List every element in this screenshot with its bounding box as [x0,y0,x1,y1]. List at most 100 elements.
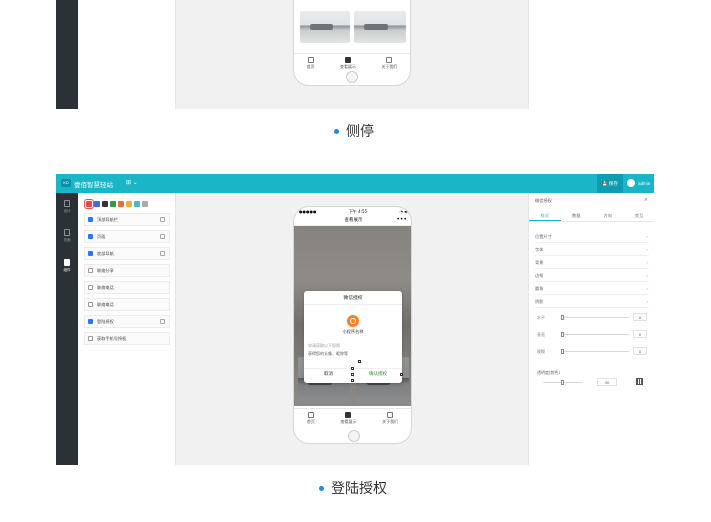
chevron-right-icon: › [646,273,648,278]
feature-label: 顶部导航栏 [97,216,118,222]
preview-canvas: ●●●●● 下午 4:55 ◔ ▬ 查看展示 ••• 微信授权 小程序名称 申请… [176,193,528,465]
feature-item[interactable]: 联络电话 [84,298,170,311]
confirm-auth-button[interactable]: 确认授权 [353,369,402,381]
color-swatch[interactable] [110,201,116,207]
color-swatch[interactable] [84,199,94,209]
color-swatch[interactable] [94,201,100,207]
tab-label: 关于我们 [381,63,398,69]
resize-handle[interactable] [351,367,354,370]
rail-label: 设计 [63,209,71,213]
opacity-slider[interactable] [543,380,583,385]
tab-style[interactable]: 样式 [529,210,561,221]
feature-item[interactable]: 底部导航 [84,247,170,260]
feature-checkbox[interactable] [88,302,93,307]
color-swatch[interactable] [118,201,124,207]
slider-label: 模糊 [537,349,545,354]
feature-item[interactable]: 联络分享 [84,264,170,277]
dialog-title: 微信授权 [343,296,363,301]
tab-home[interactable]: 首页 [307,411,315,424]
property-row[interactable]: 背景 › [535,256,649,269]
feature-item[interactable]: 页面 [84,230,170,243]
tab-label: 首页 [306,63,315,69]
opacity-input[interactable]: 30 [597,378,617,386]
tab-showcase[interactable]: 查看展示 [340,56,356,69]
slider-track[interactable] [561,349,629,354]
property-row[interactable]: 边框 › [535,269,649,282]
feature-item[interactable]: 顶部导航栏 [84,213,170,226]
feature-checkbox[interactable] [88,285,93,290]
grid-icon [345,411,352,418]
opacity-label: 透明度(颜色) [537,370,561,375]
tab-interaction[interactable]: 交互 [624,210,655,221]
slider-knob[interactable] [561,380,564,385]
color-swatch[interactable] [142,201,148,207]
slider-value-input[interactable]: 0 [633,347,647,355]
tab-direction[interactable]: 方向 [592,210,624,221]
user-menu[interactable]: admin [627,179,650,187]
feature-checkbox[interactable] [88,234,93,239]
phone-tabbar: 首页 查看展示 关于我们 [294,408,411,426]
slider-knob[interactable] [561,332,564,337]
home-button [348,430,360,442]
slider-value-input[interactable]: 0 [633,313,647,321]
rail-item-page[interactable]: 页面 [56,229,78,243]
slider-knob[interactable] [561,349,564,354]
feature-checkbox[interactable] [88,268,93,273]
edit-icon[interactable] [160,319,165,324]
feature-item[interactable]: 获取手机号授权 [84,332,170,345]
permission-item: 获得您的头像、昵称等 [308,351,348,356]
feature-checkbox[interactable] [88,251,93,256]
app-title: 壹佰智慧轻站 [74,182,113,189]
top-right-panel [528,0,654,109]
cancel-button[interactable]: 取消 [304,369,353,381]
home-icon [307,56,314,63]
slider-track[interactable] [561,332,629,337]
tab-home[interactable]: 首页 [306,56,315,69]
feature-item[interactable]: 联络电话 [84,281,170,294]
property-label: 位置尺寸 [535,234,552,239]
edit-icon[interactable] [160,217,165,222]
rail-item-component[interactable]: 组件 [56,259,78,273]
more-icon[interactable]: ••• [396,216,407,224]
close-icon[interactable]: × [644,197,648,203]
feature-label: 联络电话 [97,284,114,290]
status-time: 下午 4:55 [348,208,368,214]
property-label: 边框 [535,273,544,278]
save-button[interactable]: 💾 保存 [597,174,623,193]
edit-icon[interactable] [160,251,165,256]
properties-panel: 微信授权 × 样式 数据 方向 交互 位置尺寸 › 字体 › 背景 › 边框 › 圆角 › 阴影 › … [528,193,654,465]
property-row[interactable]: 位置尺寸 › [535,230,649,243]
property-row[interactable]: 圆角 › [535,282,649,295]
feature-label: 页面 [97,233,106,239]
tab-showcase[interactable]: 查看展示 [340,411,356,424]
color-swatch[interactable] [102,201,108,207]
feature-checkbox[interactable] [88,319,93,324]
tab-about[interactable]: 关于我们 [381,56,398,69]
resize-handle[interactable] [400,373,403,376]
rotate-handle[interactable] [358,360,361,363]
slider-value-input[interactable]: 0 [633,330,647,338]
feature-checkbox[interactable] [88,336,93,341]
grid-menu-icon[interactable]: ⊞ ⌄ [126,179,138,186]
color-picker-icon[interactable] [636,378,643,385]
avatar [627,179,635,187]
resize-handle[interactable] [351,373,354,376]
battery-icon: ◔ ▬ [399,209,408,214]
property-label: 阴影 [535,299,544,304]
tab-data[interactable]: 数据 [561,210,593,221]
rail-item-design[interactable]: 设计 [56,200,78,214]
resize-handle[interactable] [351,379,354,382]
slider-track[interactable] [561,315,629,320]
feature-item[interactable]: 登陆授权 [84,315,170,328]
edit-icon[interactable] [160,234,165,239]
phone-nav-title: 查看展示 [294,216,411,226]
color-swatch[interactable] [126,201,132,207]
color-swatch[interactable] [134,201,140,207]
feature-checkbox[interactable] [88,217,93,222]
slider-knob[interactable] [561,315,564,320]
top-screenshot: 首页 查看展示 关于我们 [56,0,654,109]
property-row[interactable]: 字体 › [535,243,649,256]
editor-topbar: KD 壹佰智慧轻站 ⊞ ⌄ 💾 保存 admin [56,174,654,193]
property-row[interactable]: 阴影 › [535,295,649,308]
tab-about[interactable]: 关于我们 [382,411,398,424]
